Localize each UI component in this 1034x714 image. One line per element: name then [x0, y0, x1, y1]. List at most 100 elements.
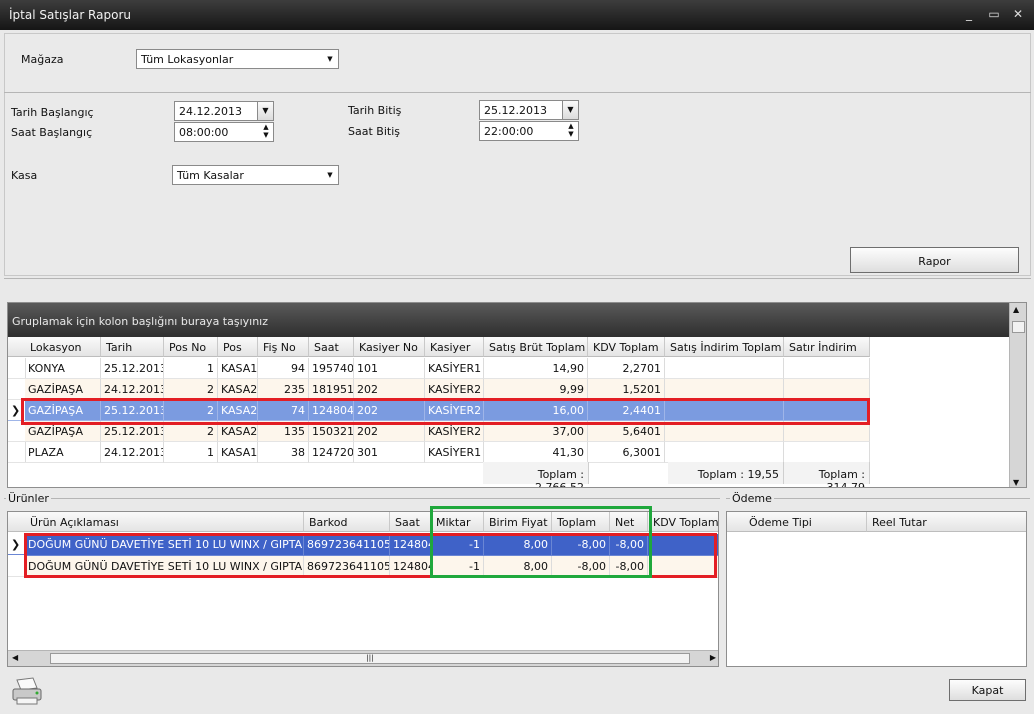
chevron-down-icon: ▼ — [327, 171, 333, 179]
horizontal-scrollbar[interactable]: ◀ ||| ▶ — [8, 650, 718, 666]
column-header[interactable]: Ürün Açıklaması — [25, 512, 304, 532]
column-header[interactable]: Kasiyer No — [354, 337, 425, 357]
urunler-title: Ürünler — [6, 492, 51, 505]
kasa-select-value: Tüm Kasalar — [177, 169, 244, 182]
table-cell: 202 — [354, 379, 425, 400]
header-indicator — [8, 337, 26, 357]
row-indicator — [8, 358, 26, 379]
scroll-left-icon[interactable]: ◀ — [12, 653, 18, 662]
table-cell: 2 — [164, 379, 218, 400]
tarih-bitis-field[interactable]: 25.12.2013 ▼ — [479, 100, 579, 120]
column-header[interactable]: Ödeme Tipi — [744, 512, 867, 532]
table-cell: 25.12.2013 — [101, 358, 164, 379]
scroll-right-icon[interactable]: ▶ — [710, 653, 716, 662]
table-cell: 195740 — [309, 358, 354, 379]
saat-bitis-value: 22:00:00 — [484, 125, 534, 138]
column-header[interactable]: Saat — [390, 512, 431, 532]
magaza-select-value: Tüm Lokasyonlar — [141, 53, 234, 66]
divider — [4, 92, 1031, 93]
table-cell: 124720 — [309, 442, 354, 463]
filter-panel — [4, 33, 1031, 276]
odeme-title: Ödeme — [730, 492, 774, 505]
table-cell — [665, 379, 784, 400]
column-header[interactable]: Satış İndirim Toplam — [665, 337, 784, 357]
rapor-button[interactable]: Rapor — [850, 247, 1019, 273]
table-cell: 24.12.2013 — [101, 379, 164, 400]
table-cell: 1,5201 — [588, 379, 665, 400]
divider — [4, 278, 1031, 279]
table-cell: 301 — [354, 442, 425, 463]
table-cell — [665, 358, 784, 379]
close-button[interactable]: ✕ — [1011, 8, 1025, 20]
column-header[interactable]: Saat — [309, 337, 354, 357]
header-indicator — [8, 512, 26, 532]
saat-baslangic-value: 08:00:00 — [179, 126, 229, 139]
payments-grid: Ödeme Tipi Reel Tutar — [726, 511, 1027, 667]
table-cell: 41,30 — [484, 442, 588, 463]
table-cell: 38 — [258, 442, 309, 463]
vertical-scrollbar[interactable]: ▲ ▼ — [1009, 303, 1026, 487]
column-header[interactable]: Satış Brüt Toplam — [484, 337, 588, 357]
tarih-baslangic-label: Tarih Başlangıç — [11, 106, 94, 119]
kapat-button[interactable]: Kapat — [949, 679, 1026, 701]
calendar-dropdown-icon[interactable]: ▼ — [562, 101, 578, 119]
column-header[interactable]: Kasiyer — [425, 337, 484, 357]
maximize-button[interactable]: ▭ — [987, 8, 1001, 20]
highlight-green-amounts — [430, 506, 652, 578]
column-header[interactable]: Lokasyon — [25, 337, 101, 357]
scrollbar-thumb[interactable]: ||| — [50, 653, 690, 664]
column-header[interactable]: Pos — [218, 337, 258, 357]
calendar-dropdown-icon[interactable]: ▼ — [257, 102, 273, 120]
table-cell — [665, 442, 784, 463]
saat-baslangic-field[interactable]: 08:00:00 ▲ ▼ — [174, 122, 274, 142]
table-cell — [784, 442, 870, 463]
scrollbar-thumb[interactable] — [1012, 321, 1025, 333]
chevron-down-icon: ▼ — [327, 55, 333, 63]
saat-bitis-label: Saat Bitiş — [348, 125, 400, 138]
table-cell: GAZİPAŞA — [25, 379, 101, 400]
tarih-baslangic-field[interactable]: 24.12.2013 ▼ — [174, 101, 274, 121]
table-cell: 94 — [258, 358, 309, 379]
saat-bitis-field[interactable]: 22:00:00 ▲ ▼ — [479, 121, 579, 141]
table-cell: 6,3001 — [588, 442, 665, 463]
column-header[interactable]: KDV Toplam — [588, 337, 665, 357]
table-cell — [784, 379, 870, 400]
minimize-button[interactable]: _ — [962, 8, 976, 20]
table-cell: 24.12.2013 — [101, 442, 164, 463]
column-header[interactable]: Barkod — [304, 512, 390, 532]
table-cell: KASA1 — [218, 358, 258, 379]
table-cell: KASA1 — [218, 442, 258, 463]
column-header[interactable]: Tarih — [101, 337, 164, 357]
spin-updown-icon[interactable]: ▲ ▼ — [564, 122, 578, 140]
table-cell: 235 — [258, 379, 309, 400]
table-cell: 2,2701 — [588, 358, 665, 379]
total-satir-indirim: Toplam : 314,79 — [784, 462, 870, 487]
spin-updown-icon[interactable]: ▲ ▼ — [259, 123, 273, 141]
printer-icon[interactable] — [11, 676, 43, 706]
group-by-panel[interactable]: Gruplamak için kolon başlığını buraya ta… — [8, 303, 1026, 337]
scroll-up-icon[interactable]: ▲ — [1013, 305, 1019, 314]
table-cell: KONYA — [25, 358, 101, 379]
table-cell: 9,99 — [484, 379, 588, 400]
kasa-label: Kasa — [11, 169, 38, 182]
table-cell: 14,90 — [484, 358, 588, 379]
tarih-bitis-value: 25.12.2013 — [484, 104, 547, 117]
column-header[interactable]: Pos No — [164, 337, 218, 357]
column-header[interactable]: KDV Toplam — [648, 512, 718, 532]
table-cell: KASA2 — [218, 379, 258, 400]
scroll-down-icon[interactable]: ▼ — [1013, 478, 1019, 487]
column-header[interactable]: Satır İndirim — [784, 337, 870, 357]
table-cell: KASİYER1 — [425, 358, 484, 379]
tarih-bitis-label: Tarih Bitiş — [348, 104, 402, 117]
column-header[interactable]: Fiş No — [258, 337, 309, 357]
table-cell: KASİYER2 — [425, 379, 484, 400]
table-cell: PLAZA — [25, 442, 101, 463]
table-cell: 181951 — [309, 379, 354, 400]
column-header[interactable]: Reel Tutar — [867, 512, 1026, 532]
magaza-select[interactable]: Tüm Lokasyonlar ▼ — [136, 49, 339, 69]
total-satis-brut: Toplam : 2.766,52 — [483, 462, 589, 487]
sales-grid: Gruplamak için kolon başlığını buraya ta… — [7, 302, 1027, 488]
table-cell: 1 — [164, 358, 218, 379]
total-satis-indirim: Toplam : 19,55 — [668, 462, 784, 484]
kasa-select[interactable]: Tüm Kasalar ▼ — [172, 165, 339, 185]
